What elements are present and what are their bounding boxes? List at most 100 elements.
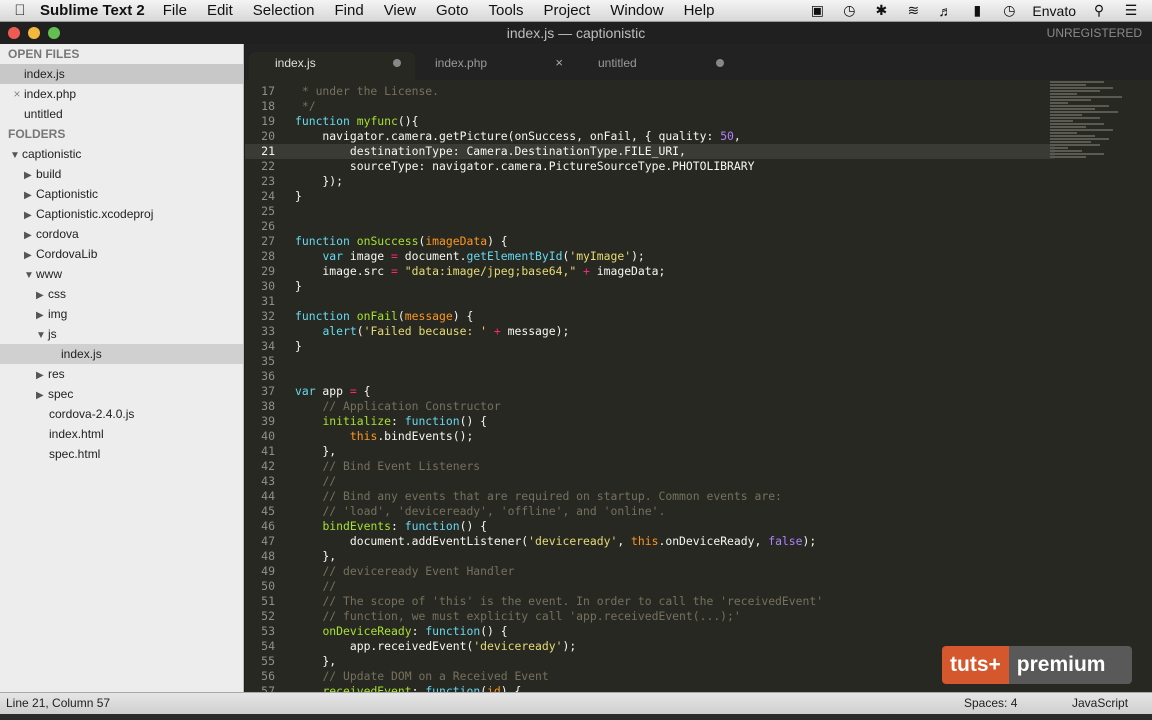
folder-captionistic[interactable]: ▼ captionistic (0, 144, 243, 164)
close-window-button[interactable] (8, 27, 20, 39)
code-area[interactable]: * under the License. */ function myfunc(… (295, 84, 1055, 692)
minimap-line (1050, 114, 1082, 116)
code-line: destinationType: Camera.DestinationType.… (295, 144, 686, 158)
screen-record-icon[interactable]: ▣ (808, 2, 826, 19)
menu-window[interactable]: Window (610, 2, 663, 19)
line-number: 46 (261, 519, 275, 533)
minimap-line (1050, 96, 1122, 98)
triangle-down-icon: ▼ (36, 330, 46, 341)
zoom-window-button[interactable] (48, 27, 60, 39)
file-spec-html[interactable]: spec.html (0, 444, 243, 464)
volume-icon[interactable]: ♬ (936, 3, 954, 19)
triangle-down-icon: ▼ (24, 270, 34, 281)
menu-file[interactable]: File (163, 2, 187, 19)
menu-selection[interactable]: Selection (253, 2, 315, 19)
line-number: 43 (261, 474, 275, 488)
tab-index-php[interactable]: index.php × (409, 52, 575, 80)
menu-goto[interactable]: Goto (436, 2, 469, 19)
clock-icon[interactable]: ◷ (1000, 2, 1018, 19)
sidebar: OPEN FILES index.js × index.php untitled … (0, 44, 244, 692)
close-tab-icon[interactable]: × (555, 52, 563, 74)
apple-icon[interactable]:  (0, 2, 40, 19)
open-file-index-php[interactable]: × index.php (0, 84, 243, 104)
menu-project[interactable]: Project (544, 2, 591, 19)
code-line: // Bind Event Listeners (322, 459, 481, 473)
folder-res[interactable]: ▶ res (0, 364, 243, 384)
folder-www[interactable]: ▼ www (0, 264, 243, 284)
code-line: image.src = "data:image/jpeg;base64," + … (295, 264, 666, 278)
open-file-index-js[interactable]: index.js (0, 64, 243, 84)
minimap-line (1050, 132, 1077, 134)
line-number: 41 (261, 444, 275, 458)
wifi-icon[interactable]: ≋ (904, 2, 922, 19)
app-menu[interactable]: Sublime Text 2 (40, 2, 145, 19)
minimap-line (1050, 141, 1091, 143)
syntax-selector[interactable]: JavaScript (1072, 693, 1128, 713)
close-icon[interactable]: × (10, 84, 24, 104)
folder-captionistic-sub[interactable]: ▶ Captionistic (0, 184, 243, 204)
menu-view[interactable]: View (384, 2, 416, 19)
folder-css[interactable]: ▶ css (0, 284, 243, 304)
unsaved-dot-icon[interactable] (393, 59, 401, 67)
folder-build[interactable]: ▶ build (0, 164, 243, 184)
folder-label: Captionistic (36, 187, 99, 201)
folder-label: Captionistic.xcodeproj (36, 207, 154, 221)
code-editor[interactable]: 17 18 19 20 21 22 23 24 25 26 27 28 29 30 31 32 33 34 35 36… (245, 80, 1152, 692)
minimap-line (1050, 153, 1104, 155)
folder-label: res (48, 367, 65, 381)
file-cordova-js[interactable]: cordova-2.4.0.js (0, 404, 243, 424)
file-index-html[interactable]: index.html (0, 424, 243, 444)
menu-help[interactable]: Help (684, 2, 715, 19)
line-number: 26 (261, 219, 275, 233)
code-line: } (295, 279, 302, 293)
bluetooth-icon[interactable]: ✱ (872, 2, 890, 19)
triangle-right-icon: ▶ (36, 310, 44, 321)
file-index-js[interactable]: index.js (0, 344, 243, 364)
minimap-line (1050, 138, 1109, 140)
line-number: 21 (261, 144, 275, 158)
menu-tools[interactable]: Tools (488, 2, 523, 19)
line-number: 51 (261, 594, 275, 608)
line-number: 17 (261, 84, 275, 98)
battery-icon[interactable]: ▮ (968, 2, 986, 19)
code-line: // Bind any events that are required on … (322, 489, 782, 503)
minimize-window-button[interactable] (28, 27, 40, 39)
minimap-line (1050, 111, 1118, 113)
folder-js[interactable]: ▼ js (0, 324, 243, 344)
folder-img[interactable]: ▶ img (0, 304, 243, 324)
code-line: }, (295, 549, 337, 563)
code-line: initialize: function() { (322, 414, 488, 428)
line-number: 42 (261, 459, 275, 473)
code-line: }); (295, 174, 344, 188)
minimap[interactable] (1050, 80, 1140, 230)
file-label: index.html (49, 427, 104, 441)
line-number: 28 (261, 249, 275, 263)
minimap-line (1050, 135, 1095, 137)
spotlight-search-icon[interactable]: ⚲ (1090, 2, 1108, 19)
tab-index-js[interactable]: index.js (249, 52, 415, 80)
line-number: 31 (261, 294, 275, 308)
folder-spec[interactable]: ▶ spec (0, 384, 243, 404)
tab-label: untitled (598, 56, 637, 70)
folder-cordovalib[interactable]: ▶ CordovaLib (0, 244, 243, 264)
file-label: index.php (24, 87, 77, 101)
code-line: function onSuccess(imageData) { (295, 234, 508, 248)
notification-center-icon[interactable]: ☰ (1122, 2, 1140, 19)
minimap-line (1050, 81, 1104, 83)
menu-edit[interactable]: Edit (207, 2, 233, 19)
open-file-untitled[interactable]: untitled (0, 104, 243, 124)
folder-label: build (36, 167, 62, 181)
line-number: 33 (261, 324, 275, 338)
code-line: function onFail(message) { (295, 309, 474, 323)
triangle-right-icon: ▶ (36, 390, 44, 401)
user-menu[interactable]: Envato (1032, 3, 1076, 19)
folder-xcodeproj[interactable]: ▶ Captionistic.xcodeproj (0, 204, 243, 224)
time-machine-icon[interactable]: ◷ (840, 2, 858, 19)
indentation-selector[interactable]: Spaces: 4 (964, 693, 1017, 713)
tab-untitled[interactable]: untitled (572, 52, 738, 80)
menu-find[interactable]: Find (335, 2, 364, 19)
minimap-line (1050, 126, 1086, 128)
minimap-line (1050, 150, 1082, 152)
folder-cordova[interactable]: ▶ cordova (0, 224, 243, 244)
unsaved-dot-icon[interactable] (716, 59, 724, 67)
